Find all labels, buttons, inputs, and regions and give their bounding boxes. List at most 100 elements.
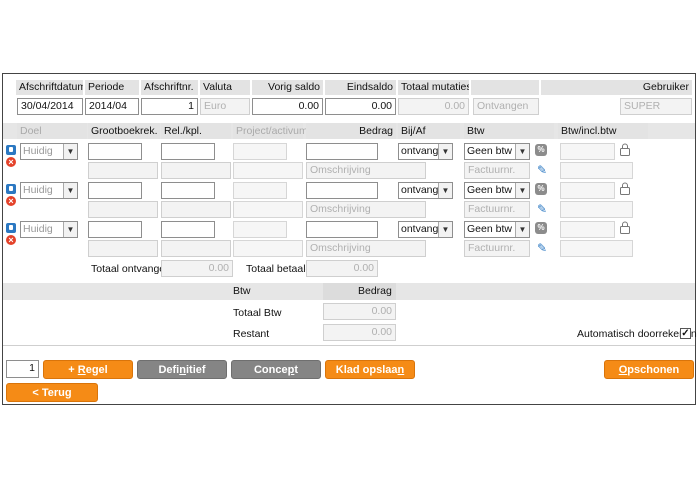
restant-field: 0.00 xyxy=(323,324,396,341)
bijaf-select[interactable]: ontvangen ▼ xyxy=(398,143,453,160)
afschriftdatum-input[interactable]: 30/04/2014 xyxy=(17,98,83,115)
terug-button[interactable]: < Terug xyxy=(6,383,98,402)
label-gebruiker: Gebruiker xyxy=(541,80,692,95)
chevron-down-icon: ▼ xyxy=(438,222,452,237)
auto-doorrekenen-checkbox[interactable]: ✓ xyxy=(680,328,691,339)
totaal-ontvangen-field: 0.00 xyxy=(161,260,233,277)
regel-accel: R xyxy=(77,364,86,376)
label-totaal-mutaties: Totaal mutaties xyxy=(398,80,469,95)
definitief-accel: n xyxy=(179,364,186,376)
col-doel: Doel xyxy=(17,123,87,139)
label-vorig-saldo: Vorig saldo xyxy=(252,80,323,95)
klad-opslaan-button[interactable]: Klad opslaan xyxy=(325,360,415,379)
relkpl-input[interactable] xyxy=(161,182,215,199)
regel-rest: egel xyxy=(85,364,108,376)
chevron-down-icon: ▼ xyxy=(438,183,452,198)
sub-field-c xyxy=(233,240,303,257)
regel-prefix: + xyxy=(68,364,78,376)
sub-field-a xyxy=(88,240,158,257)
restant-label: Restant xyxy=(233,328,270,340)
btw-select[interactable]: Geen btw ▼ xyxy=(464,182,530,199)
btw-select[interactable]: Geen btw ▼ xyxy=(464,221,530,238)
btw-select[interactable]: Geen btw ▼ xyxy=(464,143,530,160)
regel-count-input[interactable]: 1 xyxy=(6,360,39,378)
totaal-ontvangen-label: Totaal ontvangen xyxy=(91,263,171,275)
edit-row-icon[interactable] xyxy=(6,184,16,194)
lock-icon[interactable] xyxy=(619,221,631,234)
relkpl-input[interactable] xyxy=(161,221,215,238)
pin-icon[interactable]: ✎ xyxy=(537,164,549,176)
grootboek-input[interactable] xyxy=(88,221,142,238)
grootboek-input[interactable] xyxy=(88,143,142,160)
percent-icon[interactable]: % xyxy=(535,144,547,156)
label-afschriftnr: Afschriftnr. xyxy=(141,80,198,95)
opschonen-button[interactable]: Opschonen xyxy=(604,360,694,379)
opschonen-accel: O xyxy=(618,364,628,376)
chevron-down-icon: ▼ xyxy=(63,144,77,159)
chevron-down-icon: ▼ xyxy=(515,222,529,237)
chevron-down-icon: ▼ xyxy=(438,144,452,159)
doel-select[interactable]: Huidig ▼ xyxy=(20,182,78,199)
lock-icon[interactable] xyxy=(619,143,631,156)
valuta-field: Euro xyxy=(200,98,250,115)
factuurnr-input[interactable]: Factuurnr. xyxy=(464,240,530,257)
doel-select[interactable]: Huidig ▼ xyxy=(20,221,78,238)
factuurnr-input[interactable]: Factuurnr. xyxy=(464,201,530,218)
chevron-down-icon: ▼ xyxy=(515,183,529,198)
factuurnr-input[interactable]: Factuurnr. xyxy=(464,162,530,179)
totaal-betaald-label: Totaal betaald xyxy=(246,263,312,275)
chevron-down-icon: ▼ xyxy=(515,144,529,159)
grootboek-input[interactable] xyxy=(88,182,142,199)
sub-field-a xyxy=(88,162,158,179)
concept-pre: Conce xyxy=(253,364,288,376)
sub-field-b xyxy=(161,201,231,218)
percent-icon[interactable]: % xyxy=(535,222,547,234)
omschrijving-input[interactable]: Omschrijving xyxy=(306,162,426,179)
label-valuta: Valuta xyxy=(200,80,250,95)
eindsaldo-input[interactable]: 0.00 xyxy=(325,98,396,115)
definitief-pre: Defi xyxy=(158,364,180,376)
btw-col-label: Btw xyxy=(233,285,251,297)
relkpl-input[interactable] xyxy=(161,143,215,160)
gebruiker-field: SUPER xyxy=(620,98,692,115)
add-regel-button[interactable]: + Regel xyxy=(43,360,133,379)
col-relkpl: Rel./kpl. xyxy=(161,123,231,139)
doel-value: Huidig xyxy=(23,184,53,196)
btwincl-input xyxy=(560,182,615,199)
definitief-post: itief xyxy=(185,364,206,376)
delete-row-icon[interactable]: × xyxy=(6,235,16,245)
project-input xyxy=(233,143,287,160)
bedrag-input[interactable] xyxy=(306,143,378,160)
bijaf-select[interactable]: ontvangen ▼ xyxy=(398,182,453,199)
doel-select[interactable]: Huidig ▼ xyxy=(20,143,78,160)
col-btwincl: Btw/incl.btw xyxy=(558,123,648,139)
opschonen-rest: pschonen xyxy=(627,364,680,376)
project-input xyxy=(233,182,287,199)
bedrag-input[interactable] xyxy=(306,221,378,238)
concept-button[interactable]: Concept xyxy=(231,360,321,379)
doel-value: Huidig xyxy=(23,223,53,235)
percent-icon[interactable]: % xyxy=(535,183,547,195)
col-project: Project/activum xyxy=(233,123,308,139)
afschriftnr-input[interactable]: 1 xyxy=(141,98,198,115)
pin-icon[interactable]: ✎ xyxy=(537,203,549,215)
definitief-button[interactable]: Definitief xyxy=(137,360,227,379)
bijaf-select[interactable]: ontvangen ▼ xyxy=(398,221,453,238)
klad-pre: Klad opslaa xyxy=(335,364,398,376)
label-afschriftdatum: Afschriftdatum xyxy=(16,80,83,95)
pin-icon[interactable]: ✎ xyxy=(537,242,549,254)
edit-row-icon[interactable] xyxy=(6,223,16,233)
delete-row-icon[interactable]: × xyxy=(6,196,16,206)
btwincl-input xyxy=(560,143,615,160)
periode-input[interactable]: 2014/04 xyxy=(85,98,139,115)
delete-row-icon[interactable]: × xyxy=(6,157,16,167)
totaal-btw-label: Totaal Btw xyxy=(233,307,282,319)
omschrijving-input[interactable]: Omschrijving xyxy=(306,240,426,257)
vorig-saldo-input[interactable]: 0.00 xyxy=(252,98,323,115)
lock-icon[interactable] xyxy=(619,182,631,195)
bank-statement-form: Afschriftdatum Periode Afschriftnr. Valu… xyxy=(2,73,697,405)
bedrag-input[interactable] xyxy=(306,182,378,199)
concept-post: t xyxy=(294,364,299,376)
omschrijving-input[interactable]: Omschrijving xyxy=(306,201,426,218)
edit-row-icon[interactable] xyxy=(6,145,16,155)
